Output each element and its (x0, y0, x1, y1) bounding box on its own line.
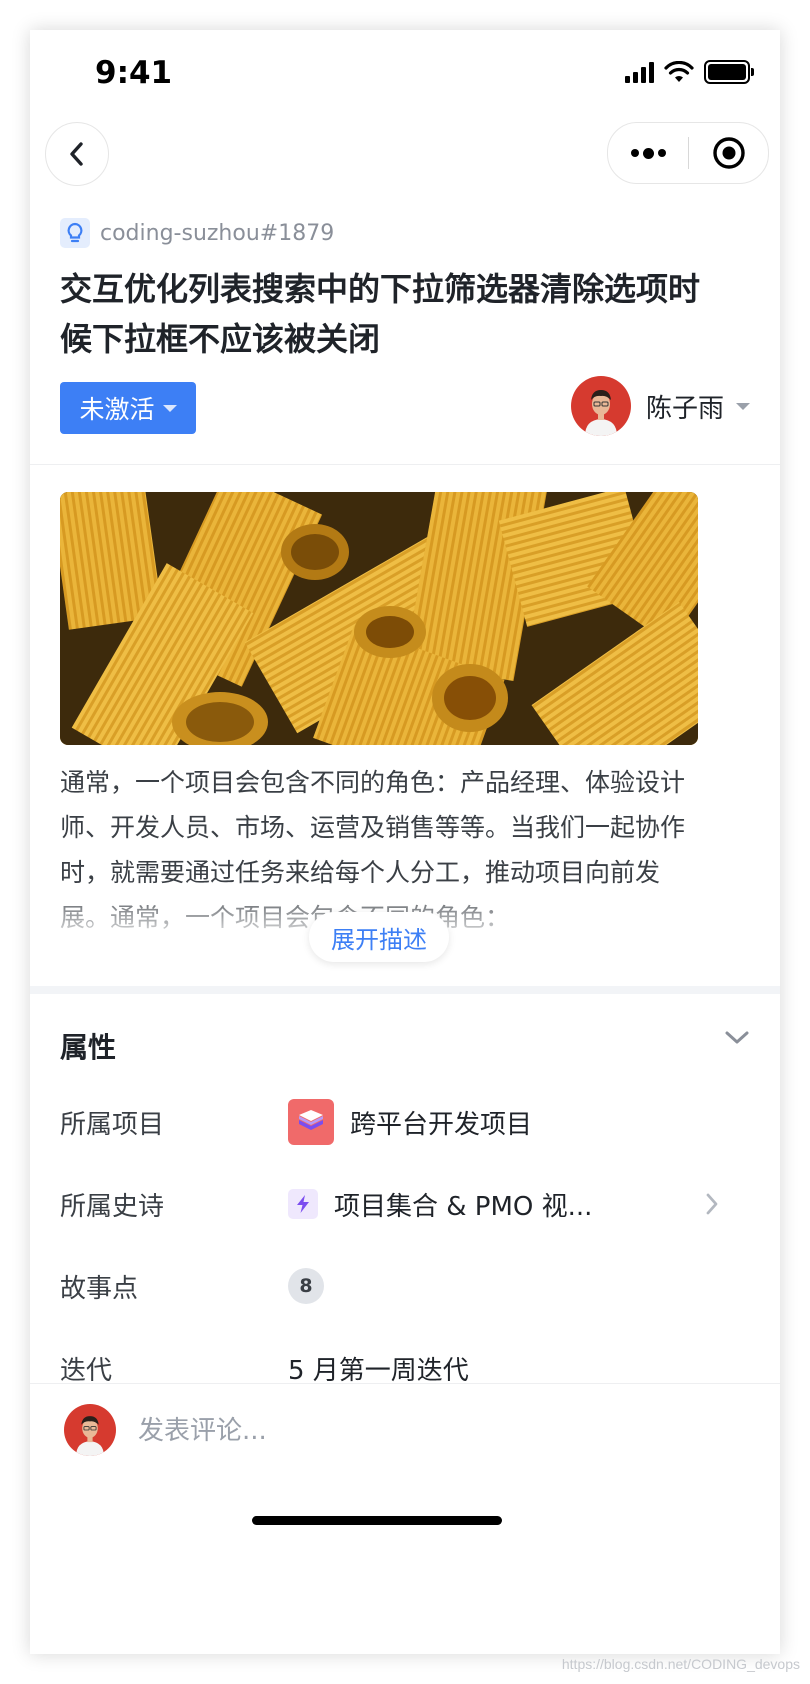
current-user-avatar (64, 1404, 116, 1456)
page: 9:41 coding-suzhou#1879 交互优化列表搜索中的下拉筛选器清… (0, 0, 810, 1684)
more-dots-icon (630, 149, 639, 157)
assignee-avatar (570, 376, 631, 436)
lightbulb-icon (60, 218, 90, 248)
assignee-selector[interactable]: 陈子雨 (570, 376, 750, 436)
issue-ref: coding-suzhou#1879 (60, 218, 334, 248)
property-project-row[interactable]: 所属项目 跨平台开发项目 (60, 1092, 720, 1152)
status-icons (625, 60, 754, 84)
property-epic-row[interactable]: 所属史诗 项目集合 & PMO 视... (60, 1174, 720, 1234)
chevron-down-icon (725, 1031, 749, 1044)
watermark: https://blog.csdn.net/CODING_devops (561, 1656, 800, 1672)
caret-down-icon (736, 402, 750, 410)
issue-title: 交互优化列表搜索中的下拉筛选器清除选项时候下拉框不应该被关闭 (60, 270, 701, 358)
properties-title: 属性 (60, 1031, 117, 1064)
property-label: 所属史诗 (60, 1191, 165, 1222)
property-value: 项目集合 & PMO 视... (288, 1186, 720, 1223)
cover-image (60, 492, 698, 745)
iteration-name: 5 月第一周迭代 (288, 1355, 469, 1386)
project-name: 跨平台开发项目 (350, 1109, 533, 1140)
header-divider (30, 464, 780, 465)
home-indicator[interactable] (252, 1516, 502, 1525)
status-time: 9:41 (95, 55, 173, 91)
miniprogram-capsule (607, 122, 769, 184)
target-circle-icon (712, 137, 745, 169)
property-label: 故事点 (60, 1273, 139, 1304)
property-value: 8 (288, 1268, 720, 1304)
lightning-icon (288, 1189, 318, 1219)
expand-description-button[interactable]: 展开描述 (309, 912, 449, 962)
wifi-icon (664, 61, 694, 82)
stack-layers-icon (288, 1099, 334, 1145)
comment-input[interactable] (136, 1406, 720, 1456)
issue-number: coding-suzhou#1879 (100, 220, 335, 246)
chevron-left-icon (70, 142, 83, 166)
property-label: 所属项目 (60, 1109, 165, 1140)
property-label: 迭代 (60, 1355, 113, 1386)
back-button[interactable] (45, 122, 109, 186)
more-button[interactable] (608, 123, 688, 183)
signal-icon (625, 61, 654, 83)
epic-name: 项目集合 & PMO 视... (334, 1191, 593, 1222)
property-value: 5 月第一周迭代 (288, 1350, 720, 1387)
collapse-properties-button[interactable] (724, 1030, 750, 1050)
property-value: 跨平台开发项目 (288, 1099, 720, 1145)
status-dropdown[interactable]: 未激活 (60, 382, 196, 434)
chevron-right-icon (706, 1193, 718, 1215)
status-label: 未激活 (79, 395, 155, 424)
caret-down-icon (162, 404, 177, 412)
section-divider (30, 986, 780, 994)
assignee-name: 陈子雨 (645, 393, 724, 424)
property-story-points-row[interactable]: 故事点 8 (60, 1256, 720, 1316)
battery-icon (704, 60, 754, 84)
story-points-badge: 8 (288, 1268, 324, 1304)
close-miniprogram-button[interactable] (689, 123, 768, 183)
phone-screen: 9:41 coding-suzhou#1879 交互优化列表搜索中的下拉筛选器清… (30, 30, 780, 1654)
